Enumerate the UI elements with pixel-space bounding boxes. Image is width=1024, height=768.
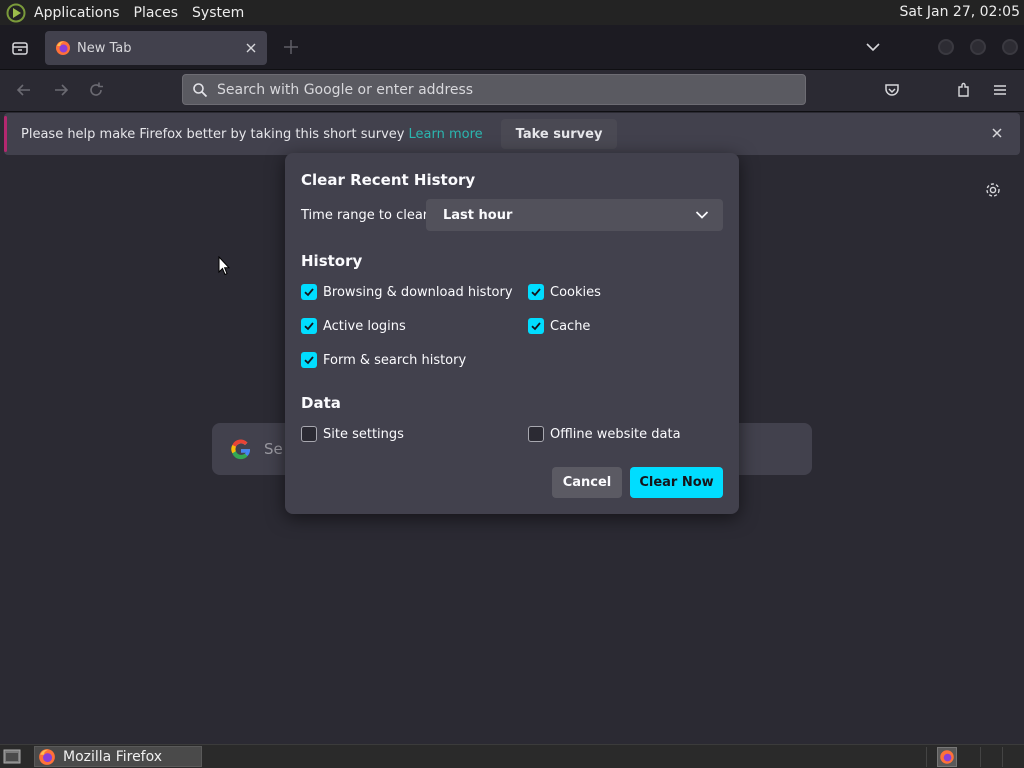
checkbox[interactable] [301,284,317,300]
show-desktop-icon[interactable] [3,748,21,765]
minimize-button[interactable] [938,39,954,55]
reload-icon[interactable] [86,80,106,100]
url-input[interactable] [217,81,777,98]
gear-icon[interactable] [984,181,1002,199]
checkbox-form-search-history[interactable]: Form & search history [301,352,466,368]
close-window-button[interactable] [1002,39,1018,55]
tab-strip: New Tab [0,25,1024,70]
menu-places[interactable]: Places [134,5,179,21]
checkbox-label: Browsing & download history [323,284,513,300]
history-heading: History [301,252,363,270]
checkbox-cache[interactable]: Cache [528,318,590,334]
checkbox-offline-website-data[interactable]: Offline website data [528,426,681,442]
clear-now-button[interactable]: Clear Now [630,467,723,498]
checkbox-label: Offline website data [550,426,681,442]
checkbox-label: Cookies [550,284,601,300]
tray-separator [926,747,927,767]
maximize-button[interactable] [970,39,986,55]
chevron-down-icon[interactable] [864,38,882,56]
learn-more-link[interactable]: Learn more [409,127,483,142]
checkmark-icon [531,322,541,331]
checkmark-icon [304,288,314,297]
checkbox[interactable] [528,426,544,442]
firefox-icon [39,748,55,765]
notification-message: Please help make Firefox better by takin… [21,126,405,142]
mouse-pointer-icon [218,256,230,276]
nav-toolbar [0,70,1024,112]
checkbox[interactable] [528,284,544,300]
top-panel: Applications Places System Sat Jan 27, 0… [0,0,1024,25]
clear-history-dialog: Clear Recent History Time range to clear… [285,153,739,514]
checkbox-cookies[interactable]: Cookies [528,284,601,300]
checkbox[interactable] [301,426,317,442]
menu-applications[interactable]: Applications [34,5,120,21]
notification-accent [4,116,7,152]
google-search-placeholder: Se [264,440,283,458]
back-arrow-icon[interactable] [14,80,34,100]
tab-new-tab[interactable]: New Tab [45,31,267,65]
tab-title: New Tab [77,40,132,56]
checkbox-site-settings[interactable]: Site settings [301,426,404,442]
taskbar: Mozilla Firefox [0,744,1024,768]
data-heading: Data [301,394,341,412]
pocket-icon[interactable] [883,81,901,99]
checkbox[interactable] [301,352,317,368]
firefox-icon [940,750,954,764]
extensions-icon[interactable] [955,81,973,99]
search-icon [193,82,208,97]
close-icon[interactable] [243,40,259,56]
checkbox[interactable] [301,318,317,334]
tray-separator [980,747,981,767]
menu-system[interactable]: System [192,5,244,21]
checkmark-icon [304,356,314,365]
dialog-title: Clear Recent History [301,171,476,189]
checkbox-label: Site settings [323,426,404,442]
time-range-select[interactable]: Last hour [426,199,723,231]
checkbox[interactable] [528,318,544,334]
plus-icon[interactable] [282,38,300,56]
checkbox-label: Cache [550,318,591,334]
list-all-tabs-icon[interactable] [10,38,30,58]
google-logo-icon [231,439,251,460]
checkbox-browsing-history[interactable]: Browsing & download history [301,284,513,300]
checkmark-icon [304,322,314,331]
time-range-label: Time range to clear: [301,208,433,223]
hamburger-menu-icon[interactable] [991,81,1009,99]
url-bar[interactable] [182,74,806,105]
checkmark-icon [531,288,541,297]
panel-clock[interactable]: Sat Jan 27, 02:05 [900,4,1021,20]
workspace-switcher[interactable] [937,747,957,767]
survey-notification-bar: Please help make Firefox better by takin… [4,113,1020,155]
forward-arrow-icon[interactable] [51,80,71,100]
distro-logo-icon[interactable] [6,3,26,23]
close-icon[interactable] [990,126,1004,140]
time-range-value: Last hour [443,207,513,223]
taskbar-window-firefox[interactable]: Mozilla Firefox [34,746,202,767]
checkbox-label: Form & search history [323,352,467,368]
firefox-icon [56,41,70,55]
checkbox-label: Active logins [323,318,406,334]
chevron-down-icon [695,211,709,219]
take-survey-button[interactable]: Take survey [500,119,618,149]
cancel-button[interactable]: Cancel [552,467,622,498]
tray-separator [1002,747,1003,767]
taskbar-window-title: Mozilla Firefox [63,748,163,765]
checkbox-active-logins[interactable]: Active logins [301,318,406,334]
